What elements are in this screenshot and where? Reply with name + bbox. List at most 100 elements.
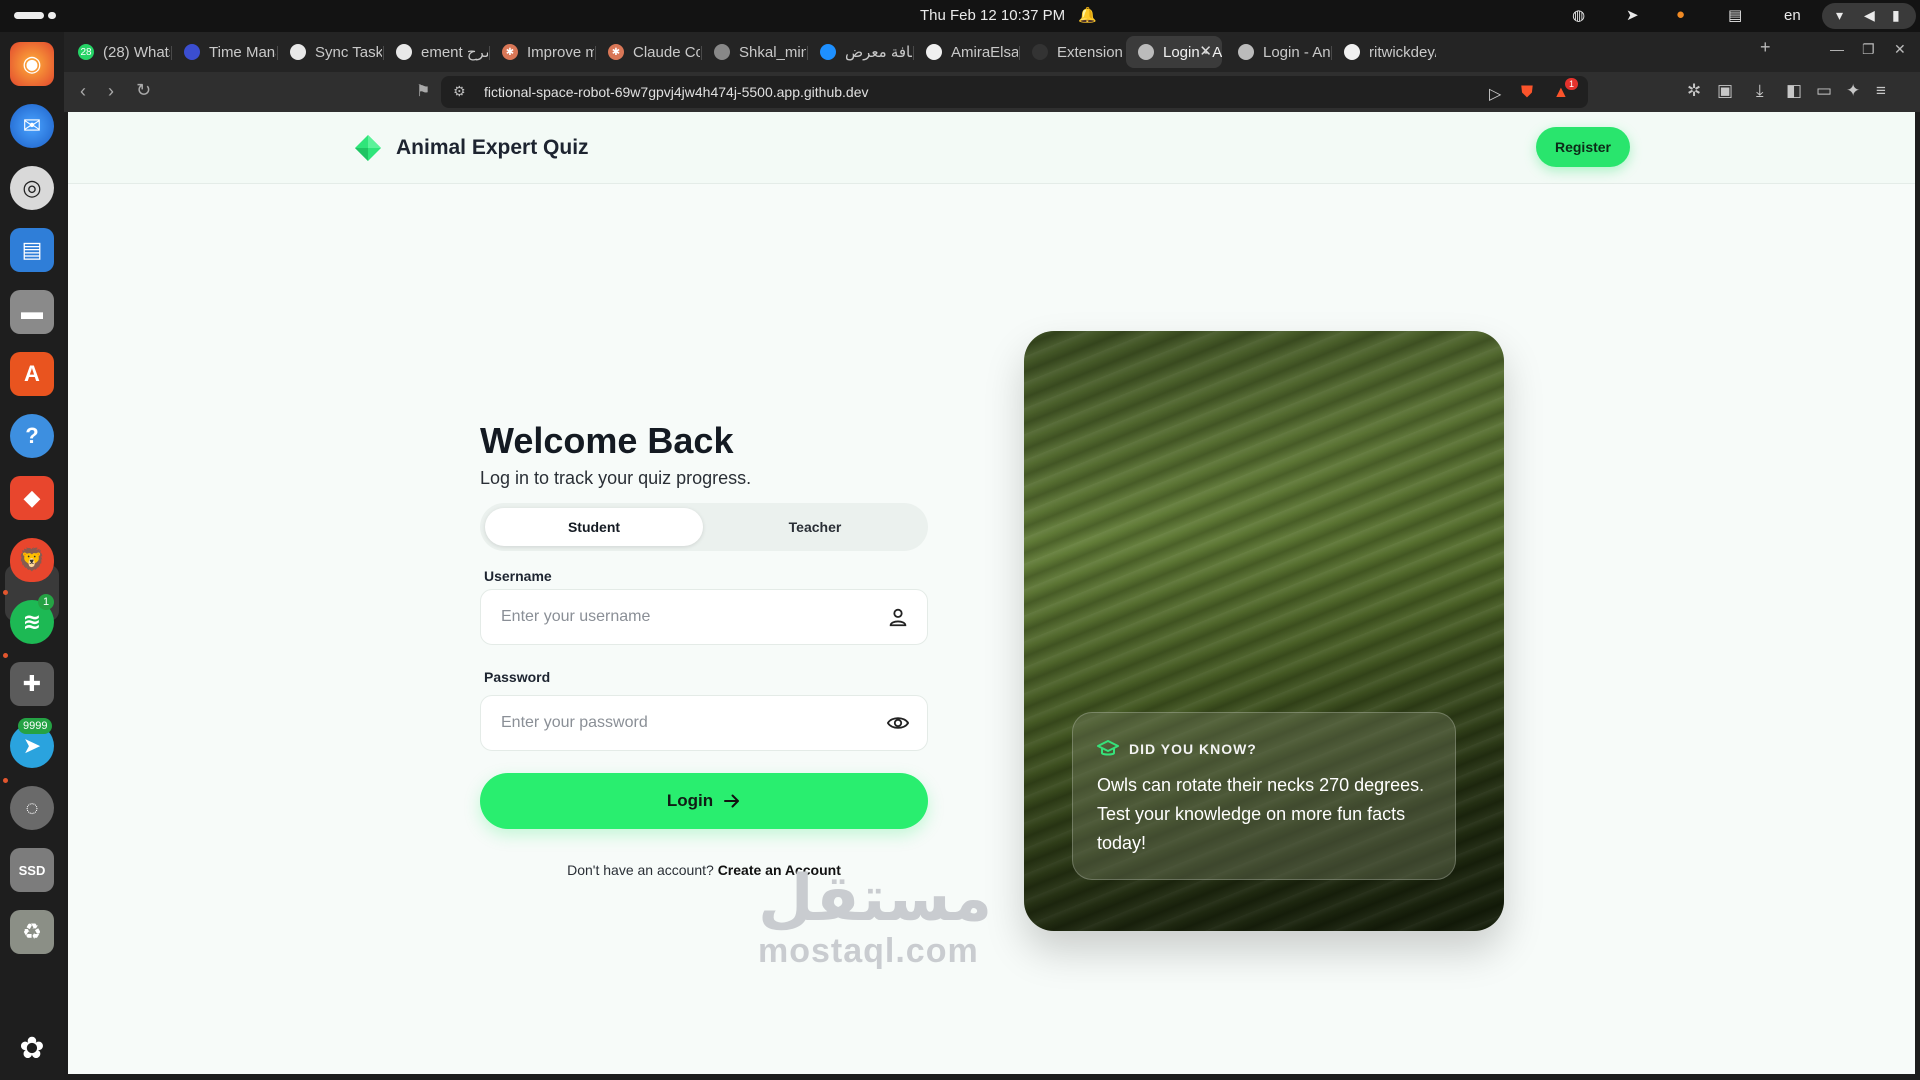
wallet-icon[interactable]: ▭ [1816, 81, 1832, 101]
page-title: Welcome Back [480, 420, 734, 461]
browser-tab[interactable]: إضافة معرض [808, 36, 912, 68]
restore-button[interactable]: ❐ [1862, 41, 1875, 58]
volume-icon: ◀ [1864, 7, 1875, 23]
ssd-label: SSD [18, 862, 46, 878]
browser-tab[interactable]: ritwickdey/ [1332, 36, 1436, 68]
eye-icon[interactable] [887, 712, 909, 734]
globe-icon [1138, 44, 1154, 60]
close-tab-icon[interactable]: ✕ [1199, 42, 1212, 60]
bookmark-icon[interactable]: ⚑ [416, 81, 430, 101]
browser-tab[interactable]: ement شرح [384, 36, 488, 68]
forward-icon[interactable]: › [108, 81, 114, 102]
fun-fact-text: Owls can rotate their necks 270 degrees.… [1097, 775, 1425, 853]
back-icon[interactable]: ‹ [80, 81, 86, 102]
browser-tab-label: Login - Anim [1263, 43, 1330, 61]
notification-bell-icon[interactable]: 🔔 [1078, 6, 1097, 24]
claude-icon: ✱ [608, 44, 624, 60]
wifi-icon: ▾ [1836, 7, 1844, 23]
help-icon[interactable]: ? [10, 414, 54, 458]
rhythmbox-icon[interactable]: ◎ [10, 166, 54, 210]
watermark: مستقل mostaql.com [758, 864, 992, 970]
url-text[interactable]: fictional-space-robot-69w7gpvj4jw4h474j-… [484, 84, 868, 100]
username-input[interactable] [501, 590, 871, 644]
username-field[interactable] [480, 589, 928, 645]
disks-icon[interactable]: ◌ [10, 786, 54, 830]
browser-tab[interactable]: AmiraElsa3 [914, 36, 1018, 68]
whatsapp-icon: 28 [78, 44, 94, 60]
sidebar-icon[interactable]: ◧ [1786, 81, 1802, 101]
browser-tab[interactable]: Time Manag [172, 36, 276, 68]
brave-icon[interactable]: 🦁 [10, 538, 54, 582]
shield-icon [184, 44, 200, 60]
battery-icon: ▮ [1892, 7, 1900, 23]
browser-tab[interactable]: Extension: I [1020, 36, 1124, 68]
password-label: Password [484, 669, 551, 685]
hero-image-card: DID YOU KNOW? Owls can rotate their neck… [1024, 331, 1504, 931]
leo-ai-icon[interactable]: ✦ [1846, 81, 1860, 101]
password-input[interactable] [501, 696, 871, 750]
show-apps-icon[interactable]: ✿ [10, 1026, 54, 1070]
address-bar[interactable]: ⚙ fictional-space-robot-69w7gpvj4jw4h474… [441, 76, 1588, 108]
register-button[interactable]: Register [1536, 127, 1630, 167]
spotify-running-dot [3, 653, 8, 658]
browser-tab-label: Improve my [527, 43, 594, 61]
minimize-button[interactable]: — [1830, 41, 1844, 57]
thunderbird-icon[interactable]: ✉ [10, 104, 54, 148]
extensions-icon[interactable]: ✚ [10, 662, 54, 706]
globe-tray-icon[interactable]: ◍ [1572, 6, 1585, 24]
role-teacher-tab[interactable]: Teacher [707, 508, 923, 546]
circle-icon [820, 44, 836, 60]
login-main: Welcome Back Log in to track your quiz p… [68, 184, 1915, 1074]
browser-tab[interactable]: Sync Tasks [278, 36, 382, 68]
anydesk-icon[interactable]: ◆ [10, 476, 54, 520]
telegram-tray-icon[interactable]: ➤ [1626, 6, 1639, 24]
rewards-badge: 1 [1565, 78, 1579, 90]
extensions-puzzle-icon[interactable]: ✲ [1687, 81, 1701, 101]
clipboard-tray-icon[interactable]: ▤ [1728, 6, 1742, 24]
writer-icon[interactable]: ▤ [10, 228, 54, 272]
browser-tab[interactable]: Login - A ✕ [1126, 36, 1222, 68]
workspace-dot[interactable] [48, 12, 56, 19]
role-toggle: Student Teacher [480, 503, 928, 551]
new-tab-button[interactable]: + [1760, 37, 1771, 58]
trash-icon[interactable]: ♻ [10, 910, 54, 954]
browser-tab[interactable]: 28 (28) WhatsA [66, 36, 170, 68]
brave-shields-icon[interactable]: ⛊ [1521, 84, 1533, 102]
role-student-tab[interactable]: Student [485, 508, 703, 546]
app-center-icon[interactable]: A [10, 352, 54, 396]
login-button[interactable]: Login [480, 773, 928, 829]
browser-tab[interactable]: ✱ Claude Cod [596, 36, 700, 68]
browser-tab-label: Time Manag [209, 43, 276, 61]
browser-tab-label: Shkal_mind [739, 43, 806, 61]
browser-tab-label: Sync Tasks [315, 43, 382, 61]
reload-icon[interactable]: ↻ [136, 80, 151, 101]
files-icon[interactable]: ▬ [10, 290, 54, 334]
brand-name[interactable]: Animal Expert Quiz [396, 136, 589, 160]
browser-tab-label: ement شرح [421, 44, 488, 61]
password-field[interactable] [480, 695, 928, 751]
send-icon[interactable]: ▷ [1489, 84, 1501, 104]
browser-tab[interactable]: Login - Anim [1226, 36, 1330, 68]
close-window-button[interactable]: ✕ [1894, 41, 1906, 58]
site-settings-icon[interactable]: ⚙ [453, 83, 466, 100]
browser-tab[interactable]: Shkal_mind [702, 36, 806, 68]
ssd-drive-icon[interactable]: SSD [10, 848, 54, 892]
watermark-latin: mostaql.com [758, 932, 979, 970]
browser-tab[interactable]: ✱ Improve my [490, 36, 594, 68]
arrow-right-icon [724, 794, 740, 808]
firefox-icon[interactable]: ◉ [10, 42, 54, 86]
screenshot-icon[interactable]: ▣ [1717, 81, 1733, 101]
activities-indicator[interactable] [14, 12, 44, 19]
language-indicator[interactable]: en [1784, 7, 1801, 24]
brave-running-dot [3, 590, 8, 595]
login-button-label: Login [666, 791, 714, 810]
menu-icon[interactable]: ≡ [1876, 81, 1886, 101]
system-status-menu[interactable]: ▾ ◀ ▮ [1822, 3, 1916, 29]
browser-tab-label: (28) WhatsA [103, 43, 170, 61]
github-icon [926, 44, 942, 60]
telegram-badge: 9999 [18, 718, 53, 734]
system-clock[interactable]: Thu Feb 12 10:37 PM [920, 7, 1065, 24]
download-icon[interactable]: ⤓ [1756, 81, 1764, 101]
spotify-badge: 1 [38, 594, 55, 610]
alert-tray-icon[interactable]: ● [1676, 6, 1685, 23]
